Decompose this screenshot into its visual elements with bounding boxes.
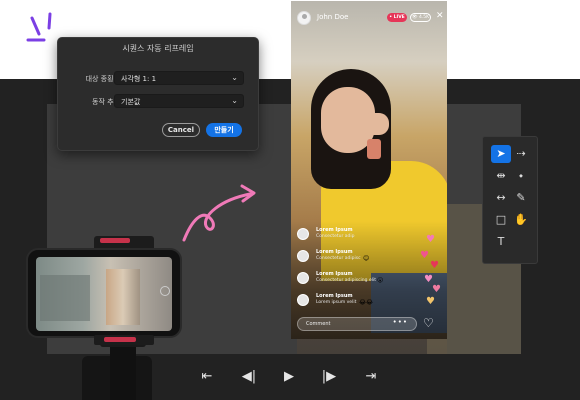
step-forward-icon[interactable]: |▶	[318, 366, 340, 388]
heart-icon: ♥	[426, 296, 435, 307]
live-badge: • LIVE	[387, 13, 407, 22]
motion-tracking-value: 기본값	[121, 98, 141, 106]
comment-text: Lorem ipsum velit	[316, 300, 357, 305]
heart-icon: ♥	[420, 250, 429, 261]
avatar	[297, 250, 309, 262]
stream-subject-earring	[367, 139, 381, 159]
comment-emoji: 😊	[363, 255, 370, 262]
tripod-stem	[110, 340, 136, 400]
type-tool-icon[interactable]: T	[491, 233, 511, 251]
floating-hearts: ♥ ♥ ♥ ♥ ♥ ♥	[418, 230, 448, 310]
avatar[interactable]	[297, 11, 311, 25]
stream-subject-hand	[361, 113, 389, 135]
comment-text: Consectetur adipiscing elit	[316, 278, 376, 283]
phone-view-clothes-rack	[106, 269, 140, 325]
heart-icon: ♥	[432, 284, 441, 295]
reframe-composite-canvas: 시퀀스 자동 리프레임 대상 종횡비 사각형 1: 1 ⌄ 동작 추적 기본값 …	[0, 0, 580, 400]
tools-panel: ➤ ⇢ ⇹ ⬩ ↔ ✎ □ ✋ T	[482, 136, 538, 264]
slip-tool-icon[interactable]: ↔	[491, 189, 511, 207]
smartphone	[26, 248, 182, 338]
avatar	[297, 228, 309, 240]
avatar	[297, 294, 309, 306]
play-icon[interactable]: ▶	[278, 366, 300, 388]
stream-header: John Doe • LIVE 👁 4.5K ✕	[297, 11, 444, 25]
create-button[interactable]: 만들기	[206, 123, 242, 137]
hand-tool-icon[interactable]: ✋	[511, 211, 531, 229]
selection-tool-icon[interactable]: ➤	[491, 145, 511, 163]
comment-item: Lorem Ipsum Consectetur adip	[297, 227, 397, 245]
streamer-name: John Doe	[317, 13, 349, 21]
rectangle-tool-icon[interactable]: □	[491, 211, 511, 229]
phone-clamp-bottom	[94, 335, 154, 345]
go-to-out-icon[interactable]: ⇥	[360, 366, 382, 388]
comment-author: Lorem Ipsum	[316, 227, 353, 233]
aspect-ratio-label: 대상 종횡비	[85, 75, 120, 83]
chevron-down-icon: ⌄	[231, 73, 238, 82]
comment-item: Lorem Ipsum Consectetur adipiscing elit …	[297, 271, 397, 289]
close-icon[interactable]: ✕	[436, 11, 444, 21]
motion-tracking-label: 동작 추적	[92, 98, 120, 106]
comment-author: Lorem Ipsum	[316, 249, 353, 255]
comment-author: Lorem Ipsum	[316, 293, 353, 299]
phone-camera-view	[36, 257, 172, 331]
more-options-icon[interactable]: •••	[393, 318, 408, 326]
dialog-title: 시퀀스 자동 리프레임	[122, 44, 194, 53]
heart-icon: ♥	[430, 260, 439, 271]
comment-author: Lorem Ipsum	[316, 271, 353, 277]
phone-view-shelf	[40, 275, 90, 321]
comment-emoji: 😮	[377, 277, 384, 284]
step-back-icon[interactable]: ◀|	[238, 366, 260, 388]
pen-tool-icon[interactable]: ✎	[511, 189, 531, 207]
aspect-ratio-value: 사각형 1: 1	[121, 75, 157, 83]
viewer-count-badge: 👁 4.5K	[410, 13, 431, 22]
curved-arrow-icon	[182, 184, 256, 242]
comment-item: Lorem Ipsum Consectetur adipisc 😊	[297, 249, 397, 267]
playback-controls: ⇤ ◀| ▶ |▶ ⇥	[196, 366, 392, 388]
go-to-in-icon[interactable]: ⇤	[196, 366, 218, 388]
aspect-ratio-select[interactable]: 사각형 1: 1 ⌄	[114, 71, 244, 85]
auto-reframe-dialog: 시퀀스 자동 리프레임 대상 종횡비 사각형 1: 1 ⌄ 동작 추적 기본값 …	[57, 37, 259, 151]
razor-tool-icon[interactable]: ⬩	[511, 167, 531, 185]
comment-input[interactable]: Comment •••	[297, 317, 417, 331]
comment-item: Lorem Ipsum Lorem ipsum velit 😂😂	[297, 293, 397, 311]
ripple-edit-tool-icon[interactable]: ⇹	[491, 167, 511, 185]
comment-text: Consectetur adip	[316, 234, 355, 239]
comment-text: Consectetur adipisc	[316, 256, 361, 261]
cancel-button[interactable]: Cancel	[162, 123, 200, 137]
avatar	[297, 272, 309, 284]
comment-emoji: 😂😂	[359, 299, 374, 306]
track-select-tool-icon[interactable]: ⇢	[511, 145, 531, 163]
motion-tracking-select[interactable]: 기본값 ⌄	[114, 94, 244, 108]
heart-icon: ♥	[426, 234, 435, 245]
record-button-icon	[160, 286, 170, 296]
heart-icon[interactable]: ♡	[423, 316, 434, 330]
clamp-accent	[100, 238, 130, 243]
comment-placeholder: Comment	[306, 321, 331, 327]
clamp-accent	[104, 337, 136, 342]
chevron-down-icon: ⌄	[231, 96, 238, 105]
